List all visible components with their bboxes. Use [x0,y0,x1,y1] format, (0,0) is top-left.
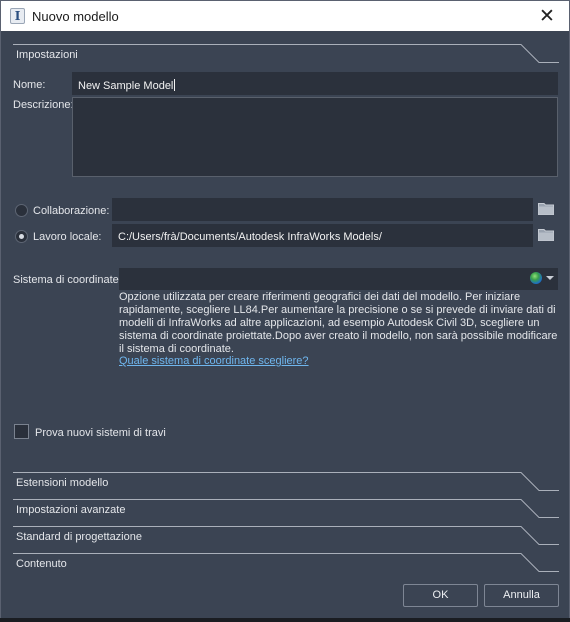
section-settings-label: Impostazioni [16,49,78,61]
new-model-dialog: I Nuovo modello ✕ Impostazioni Nome: New… [0,0,570,622]
section-content-label: Contenuto [16,558,67,570]
section-settings[interactable]: Impostazioni [13,42,559,66]
coord-system-label: Sistema di coordinate: [13,274,122,286]
section-design-standards-label: Standard di progettazione [16,531,142,543]
description-textarea[interactable] [72,97,558,177]
cancel-button[interactable]: Annulla [484,584,559,607]
local-work-label: Lavoro locale: [33,231,102,243]
chevron-down-icon[interactable] [546,276,554,280]
section-advanced-settings[interactable]: Impostazioni avanzate [13,497,559,521]
try-beam-systems-label: Prova nuovi sistemi di travi [35,427,166,439]
ok-button[interactable]: OK [403,584,478,607]
name-input-text: New Sample Model [78,80,174,92]
globe-icon[interactable] [530,272,542,284]
title-bar: I Nuovo modello ✕ [1,1,569,31]
folder-icon[interactable] [538,202,554,215]
name-input-value: New Sample Model [78,79,176,92]
collaboration-label: Collaborazione: [33,205,110,217]
name-input[interactable]: New Sample Model [72,72,558,95]
description-label: Descrizione: [13,99,74,111]
section-model-extents[interactable]: Estensioni modello [13,470,559,494]
section-advanced-settings-label: Impostazioni avanzate [16,504,126,516]
section-content[interactable]: Contenuto [13,551,559,575]
section-settings-outline [13,44,559,63]
collaboration-input[interactable] [112,198,533,221]
coord-system-help-link[interactable]: Quale sistema di coordinate scegliere? [119,355,309,367]
close-icon[interactable]: ✕ [529,1,565,31]
section-model-extents-label: Estensioni modello [16,477,109,489]
section-design-standards[interactable]: Standard di progettazione [13,524,559,548]
folder-icon[interactable] [538,228,554,241]
local-work-radio[interactable] [15,230,28,243]
local-work-path-input[interactable]: C:/Users/frà/Documents/Autodesk InfraWor… [112,224,533,247]
text-caret [174,79,176,91]
name-label: Nome: [13,79,46,91]
local-work-path-text: C:/Users/frà/Documents/Autodesk InfraWor… [118,231,382,243]
collaboration-radio[interactable] [15,204,28,217]
try-beam-systems-checkbox[interactable] [14,424,29,439]
section-content-outline [13,553,559,572]
coord-system-dropdown[interactable] [119,268,558,290]
infraworks-app-icon: I [10,8,25,24]
background-strip [0,618,570,622]
dialog-title: Nuovo modello [32,9,119,24]
coord-system-help-text: Opzione utilizzata per creare riferiment… [119,291,558,355]
